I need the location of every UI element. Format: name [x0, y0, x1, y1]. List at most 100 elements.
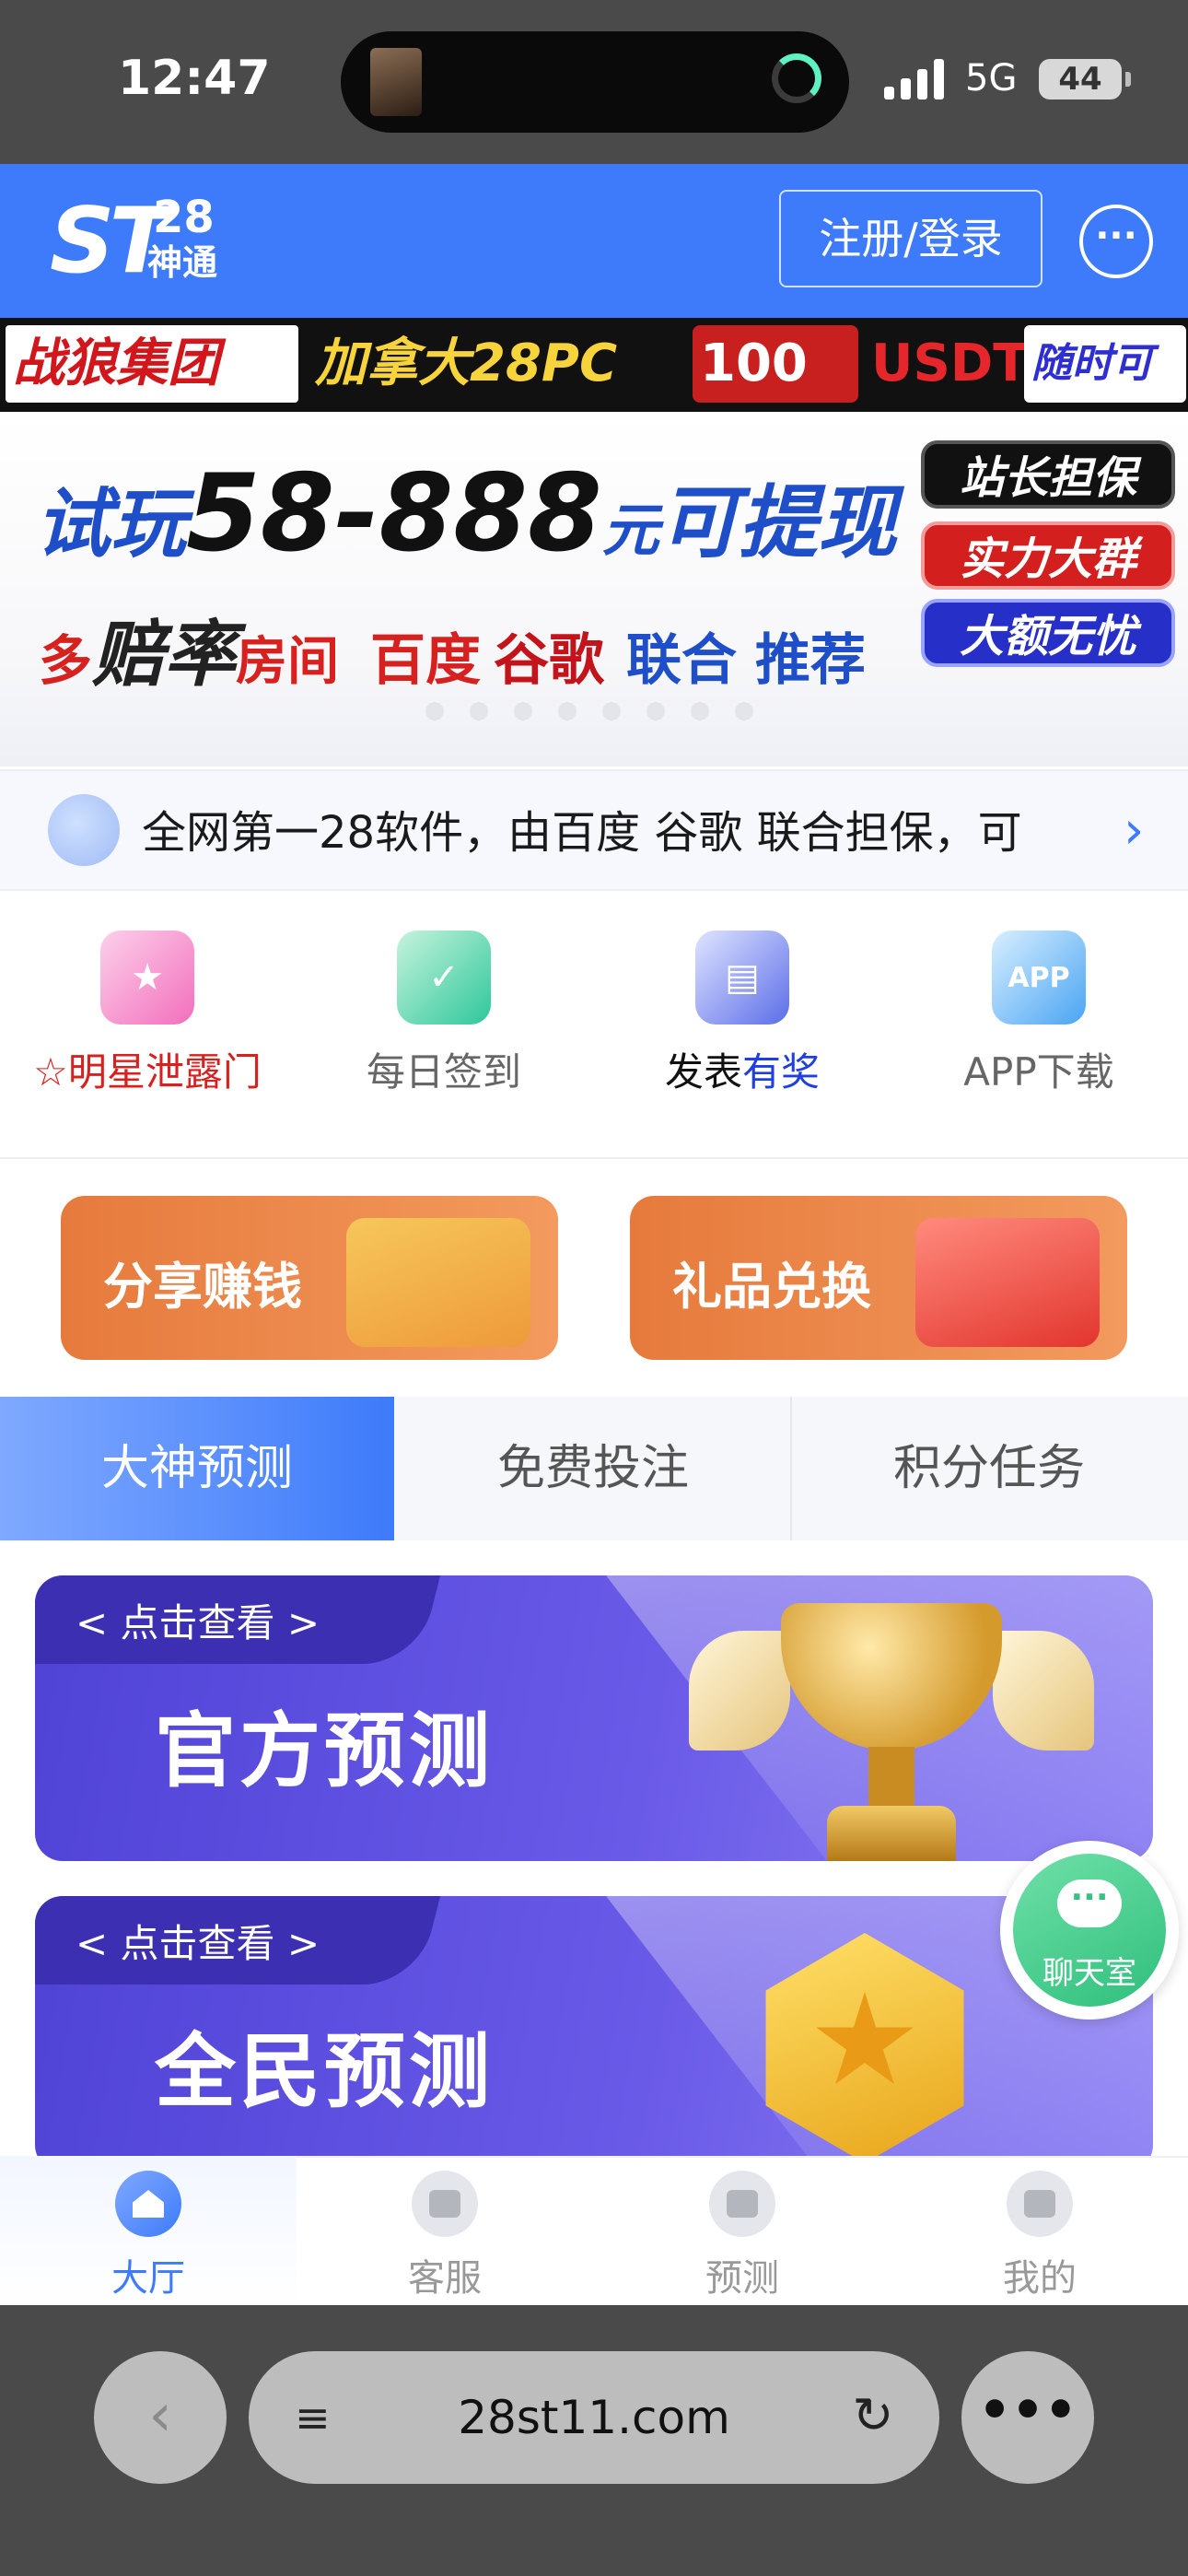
carousel-dot[interactable] — [514, 702, 532, 720]
quick-link-label: 每日签到 — [366, 1049, 521, 1095]
quick-link-daily-checkin[interactable]: ✓ 每日签到 — [324, 931, 564, 1096]
card-title: 官方预测 — [155, 1704, 495, 1798]
register-login-button[interactable]: 注册/登录 — [779, 190, 1042, 287]
wallet-money-icon — [346, 1218, 530, 1347]
ad-strip-text: 加拿大28PC群 — [315, 334, 618, 471]
nav-label: 客服 — [408, 2257, 482, 2300]
chart-icon-glyph — [727, 2190, 758, 2218]
battery-level: 44 — [1058, 61, 1102, 98]
quick-link-app-download[interactable]: APP APP下载 — [919, 931, 1159, 1096]
megaphone-icon — [48, 794, 120, 866]
ad-sub-part: 百度 — [370, 628, 482, 693]
reload-icon[interactable]: ↻ — [847, 2388, 899, 2443]
ad-strip-text: 100万 — [693, 325, 858, 471]
ad-headline: 试玩58-888元可提现 — [35, 451, 897, 576]
logo-number: 28 — [153, 192, 215, 243]
ad-sub-part: 谷歌 — [494, 628, 605, 693]
carousel-dot[interactable] — [602, 702, 621, 720]
tab-master-prediction[interactable]: 大神预测 — [0, 1397, 394, 1540]
logo-name: 神通 — [147, 242, 218, 283]
nav-label: 大厅 — [111, 2257, 185, 2300]
nav-hall[interactable]: 大厅 — [0, 2156, 297, 2305]
quick-link-label: ☆明星泄露门 — [33, 1049, 262, 1095]
ad-headline-part: 元 — [601, 497, 659, 564]
official-prediction-card[interactable]: < 点击查看 > 官方预测 — [35, 1575, 1153, 1861]
nav-label: 我的 — [1003, 2257, 1077, 2300]
chat-room-label: 聊天室 — [1042, 1955, 1136, 1992]
quick-link-post-reward[interactable]: ▤ 发表有奖 — [623, 931, 862, 1096]
nav-profile[interactable]: 我的 — [891, 2156, 1188, 2305]
ad-strip-text: USDT — [871, 334, 1029, 393]
battery-cap — [1125, 72, 1131, 87]
customer-service-icon-glyph — [429, 2190, 460, 2218]
carousel-dot[interactable] — [735, 702, 753, 720]
trophy-icon — [827, 1806, 956, 1861]
ad-strip-text: 战狼集团 — [6, 325, 298, 403]
ad-headline-part: 试玩 — [35, 481, 186, 568]
signal-icon — [884, 59, 944, 100]
promo-label: 分享赚钱 — [103, 1258, 302, 1316]
profile-icon — [1007, 2171, 1073, 2237]
trophy-icon — [993, 1631, 1094, 1751]
more-options-button[interactable]: ••• — [961, 2351, 1094, 2484]
ad-sub-part: 赔率 — [92, 614, 237, 697]
chat-bubble-dots: ··· — [1070, 1879, 1109, 1916]
gift-exchange-button[interactable]: 礼品兑换 — [630, 1196, 1127, 1360]
profile-icon-glyph — [1024, 2190, 1055, 2218]
home-icon — [115, 2171, 181, 2237]
carousel-dot[interactable] — [558, 702, 577, 720]
page-menu-icon[interactable]: ≡ — [295, 2392, 335, 2443]
card-tag: < 点击查看 > — [76, 1600, 320, 1645]
network-type: 5G — [965, 57, 1018, 100]
trophy-icon — [689, 1631, 790, 1751]
ad-pill: 站长担保 — [921, 440, 1175, 509]
carousel-dot[interactable] — [691, 702, 709, 720]
ad-sub-part: 联合 — [626, 628, 738, 693]
nav-label: 预测 — [705, 2257, 779, 2300]
url-text[interactable]: 28st11.com — [387, 2390, 801, 2445]
home-icon-glyph — [133, 2190, 164, 2218]
ad-sub-part: 多 — [39, 629, 93, 692]
ad-sub-part: 推荐 — [755, 628, 867, 693]
quick-link-label: APP下载 — [963, 1049, 1114, 1095]
ad-top-strip[interactable]: 战狼集团 加拿大28PC群 100万 USDT 随时可查 — [0, 318, 1188, 471]
carousel-dot[interactable] — [470, 702, 488, 720]
carousel-dot[interactable] — [646, 702, 665, 720]
card-tag: < 点击查看 > — [76, 1921, 320, 1966]
nav-customer-service[interactable]: 客服 — [297, 2156, 593, 2305]
ad-strip-text: 随时可查 — [1024, 325, 1186, 464]
activity-ring-icon — [772, 53, 821, 103]
back-button[interactable]: ‹ — [94, 2351, 227, 2484]
quick-link-star-gossip[interactable]: ★ ☆明星泄露门 — [28, 931, 267, 1096]
quick-link-label-part: 发表 — [664, 1049, 742, 1095]
now-playing-thumbnail[interactable] — [370, 48, 422, 116]
share-earn-button[interactable]: 分享赚钱 — [61, 1196, 558, 1360]
tab-points-task[interactable]: 积分任务 — [792, 1397, 1186, 1540]
customer-service-icon — [412, 2171, 478, 2237]
star-gossip-icon: ★ — [100, 931, 194, 1025]
carousel-dot[interactable] — [425, 702, 444, 720]
ad-sub-part: 房间 — [236, 632, 340, 692]
trophy-icon — [868, 1747, 914, 1811]
ad-headline-part: 可提现 — [658, 477, 897, 569]
nav-prediction[interactable]: 预测 — [594, 2156, 891, 2305]
more-dots-icon[interactable]: ··· — [1079, 205, 1153, 278]
divider — [0, 1157, 1188, 1159]
chevron-right-icon[interactable]: › — [1124, 802, 1144, 861]
ad-pill: 大额无忧 — [921, 599, 1175, 667]
status-time: 12:47 — [118, 51, 271, 106]
quick-link-label-part: 有奖 — [742, 1049, 821, 1095]
gift-box-icon — [915, 1218, 1100, 1347]
chart-icon — [709, 2171, 775, 2237]
promo-label: 礼品兑换 — [672, 1258, 871, 1316]
notice-text: 全网第一28软件，由百度 谷歌 联合担保，可 — [142, 807, 1022, 859]
book-icon: ▤ — [695, 931, 789, 1025]
card-title: 全民预测 — [155, 2024, 495, 2119]
ad-pill: 实力大群 — [921, 521, 1175, 590]
app-download-icon: APP — [992, 931, 1086, 1025]
carousel-dots[interactable] — [425, 702, 763, 720]
tab-free-bet[interactable]: 免费投注 — [396, 1397, 792, 1540]
public-prediction-card[interactable]: < 点击查看 > 全民预测 — [35, 1896, 1153, 2172]
calendar-check-icon: ✓ — [397, 931, 491, 1025]
quick-link-label: 发表有奖 — [623, 1048, 862, 1096]
